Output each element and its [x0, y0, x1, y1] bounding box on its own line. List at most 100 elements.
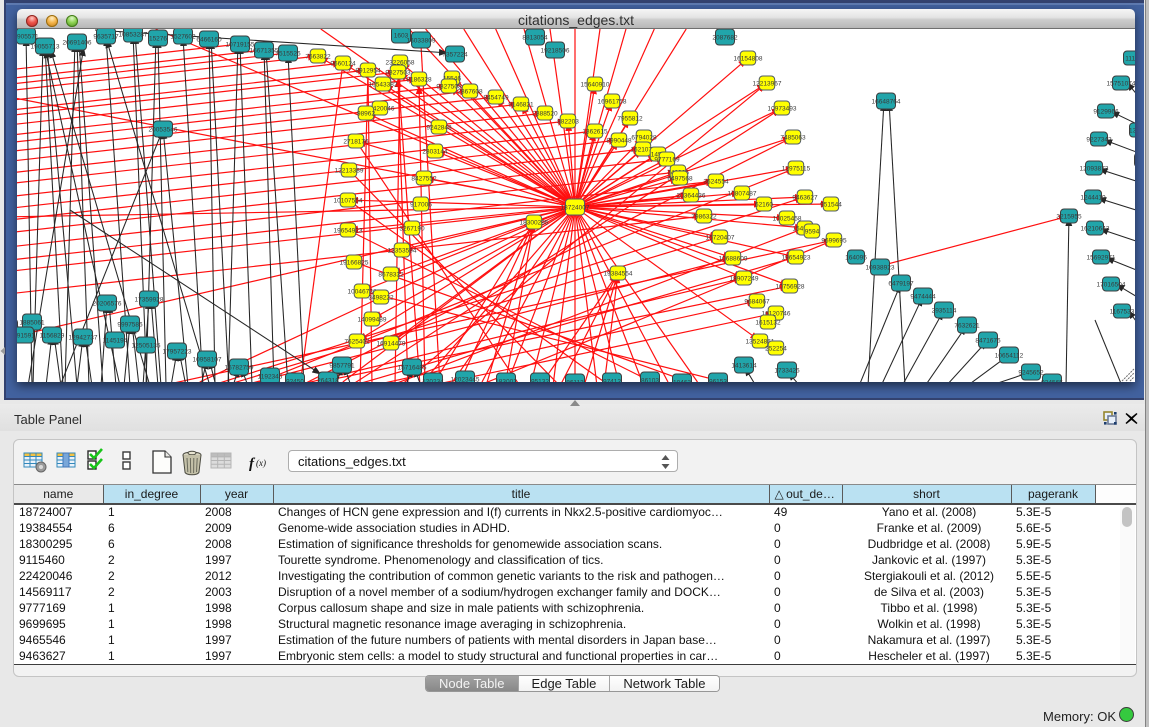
svg-text:15640910: 15640910	[581, 81, 610, 88]
svg-text:2867608: 2867608	[457, 88, 483, 95]
svg-text:16275: 16275	[1134, 157, 1135, 164]
svg-text:86103: 86103	[641, 377, 659, 382]
svg-text:1156829: 1156829	[40, 332, 65, 339]
svg-text:8912954: 8912954	[355, 67, 381, 74]
svg-text:252254: 252254	[765, 345, 787, 352]
svg-text:14099489: 14099489	[358, 316, 387, 323]
svg-text:7485063: 7485063	[780, 134, 806, 141]
svg-text:(x): (x)	[256, 458, 266, 468]
svg-text:12505135: 12505135	[132, 342, 161, 349]
svg-text:9327503: 9327503	[385, 69, 411, 76]
svg-text:13254: 13254	[1129, 127, 1135, 134]
svg-text:19384554: 19384554	[604, 270, 633, 277]
svg-text:20364436: 20364436	[677, 192, 706, 199]
svg-text:1527602: 1527602	[170, 33, 196, 40]
svg-text:3267190: 3267190	[399, 225, 425, 232]
svg-text:15716485: 15716485	[398, 364, 427, 371]
svg-text:19654923: 19654923	[782, 254, 811, 261]
svg-text:15692971: 15692971	[1087, 254, 1116, 261]
svg-text:6479197: 6479197	[888, 280, 914, 287]
svg-text:12353594: 12353594	[388, 247, 417, 254]
svg-text:1117: 1117	[1125, 55, 1135, 62]
svg-text:10756928: 10756928	[776, 283, 805, 290]
svg-text:10688609: 10688609	[719, 255, 748, 262]
svg-text:10543382: 10543382	[369, 81, 398, 88]
svg-text:2388520: 2388520	[532, 110, 558, 117]
svg-text:17957223: 17957223	[163, 348, 192, 355]
svg-text:8427552: 8427552	[411, 175, 437, 182]
svg-text:9684067: 9684067	[744, 298, 770, 305]
svg-text:12213389: 12213389	[335, 167, 364, 174]
svg-text:264318: 264318	[317, 377, 339, 382]
svg-text:120234: 120234	[422, 378, 444, 382]
svg-text:18907249: 18907249	[730, 275, 759, 282]
svg-text:10654112: 10654112	[995, 352, 1024, 359]
svg-text:86113: 86113	[566, 379, 584, 382]
svg-text:8678332: 8678332	[378, 271, 404, 278]
svg-text:10853287: 10853287	[119, 31, 148, 38]
svg-text:18724007: 18724007	[561, 204, 590, 211]
svg-text:10958107: 10958107	[193, 356, 222, 363]
svg-text:20053546: 20053546	[149, 126, 178, 133]
svg-text:19654923: 19654923	[334, 227, 363, 234]
svg-text:19166825: 19166825	[340, 259, 369, 266]
svg-text:9777169: 9777169	[654, 156, 680, 163]
svg-text:1244419: 1244419	[1080, 194, 1106, 201]
svg-text:183002: 183002	[495, 378, 517, 382]
svg-text:20691406: 20691406	[63, 39, 92, 46]
svg-text:15276: 15276	[149, 35, 167, 42]
svg-text:17016504: 17016504	[1097, 281, 1126, 288]
svg-text:16961758: 16961758	[598, 98, 627, 105]
svg-text:16914479: 16914479	[377, 340, 406, 347]
svg-text:924565: 924565	[1041, 379, 1063, 382]
svg-text:10807487: 10807487	[728, 190, 757, 197]
svg-text:97412: 97412	[603, 378, 621, 382]
svg-text:3215955: 3215955	[1056, 213, 1082, 220]
svg-text:8813054: 8813054	[522, 34, 548, 41]
svg-text:10973493: 10973493	[768, 105, 797, 112]
svg-text:96153: 96153	[709, 378, 727, 382]
svg-text:92450: 92450	[286, 378, 304, 382]
svg-text:2718176: 2718176	[343, 138, 369, 145]
svg-text:9660124: 9660124	[330, 60, 356, 67]
svg-text:2087682: 2087682	[712, 34, 738, 41]
svg-text:10463: 10463	[673, 379, 691, 382]
svg-text:8990448: 8990448	[606, 137, 632, 144]
svg-text:15720407: 15720407	[706, 234, 735, 241]
svg-text:10107554: 10107554	[334, 197, 363, 204]
svg-text:19055713: 19055713	[31, 43, 60, 50]
svg-text:9146821: 9146821	[508, 101, 534, 108]
svg-text:8454749: 8454749	[483, 94, 509, 101]
svg-text:391591: 391591	[17, 332, 35, 339]
svg-text:19218506: 19218506	[541, 47, 570, 54]
svg-text:882203: 882203	[557, 118, 579, 125]
svg-text:7663822: 7663822	[305, 53, 331, 60]
svg-text:9129966: 9129966	[1093, 108, 1119, 115]
svg-text:9857791: 9857791	[329, 362, 355, 369]
svg-text:7955812: 7955812	[617, 115, 643, 122]
svg-text:1413614: 1413614	[731, 362, 757, 369]
svg-text:12093873: 12093873	[1080, 165, 1109, 172]
svg-text:9242848: 9242848	[426, 124, 452, 131]
svg-text:f: f	[249, 456, 256, 472]
svg-text:16210643: 16210643	[1081, 225, 1110, 232]
svg-text:8471676: 8471676	[975, 337, 1001, 344]
svg-text:1615132: 1615132	[755, 319, 781, 326]
svg-text:98962: 98962	[357, 110, 375, 117]
svg-text:9997586: 9997586	[117, 321, 143, 328]
svg-text:10025458: 10025458	[773, 215, 802, 222]
svg-text:16154808: 16154808	[734, 55, 763, 62]
svg-text:1192346: 1192346	[258, 373, 283, 380]
svg-text:164095: 164095	[845, 254, 867, 261]
svg-text:9635717: 9635717	[93, 33, 119, 40]
svg-text:1167533: 1167533	[1110, 308, 1135, 315]
svg-text:1733426: 1733426	[774, 367, 800, 374]
svg-text:1145194: 1145194	[103, 337, 128, 344]
svg-text:9227342: 9227342	[1086, 136, 1112, 143]
svg-text:95132: 95132	[531, 378, 549, 382]
svg-text:8186328: 8186328	[406, 76, 432, 83]
svg-text:917006: 917006	[410, 201, 432, 208]
svg-text:9463627: 9463627	[792, 194, 818, 201]
svg-text:9594: 9594	[805, 228, 820, 235]
svg-text:6497568: 6497568	[667, 175, 693, 182]
